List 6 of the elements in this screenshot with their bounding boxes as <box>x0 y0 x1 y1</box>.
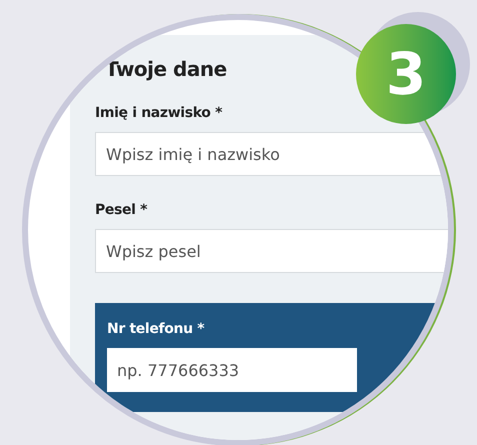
field-label: Nr telefonu * <box>107 320 206 339</box>
form-heading: Twoje dane <box>105 59 228 79</box>
input-field[interactable]: np. 777666333 <box>107 348 357 392</box>
field-label: Imię i nazwisko * <box>95 104 224 123</box>
field-label: Pesel * <box>95 201 148 220</box>
input-field[interactable]: Wpisz pesel <box>95 229 448 273</box>
